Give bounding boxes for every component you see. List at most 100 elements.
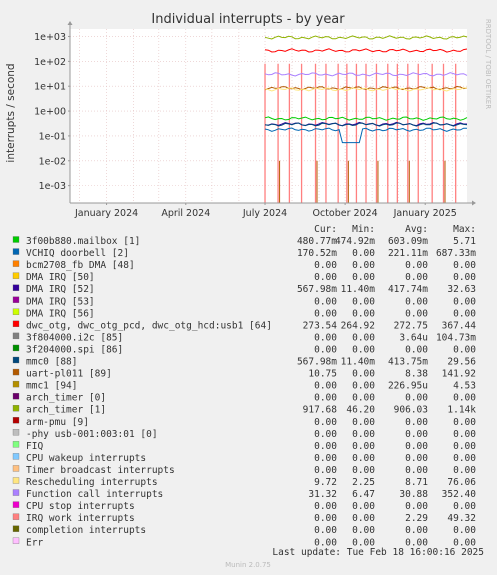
legend-avg-value: 906.03 (394, 405, 428, 416)
legend-row: 3f204000.spi [86] 0.00 0.00 0.00 0.00 (12, 344, 476, 355)
legend-series-name: VCHIQ doorbell [2] (26, 248, 129, 259)
legend-swatch (12, 392, 20, 400)
legend-min-value: 0.00 (352, 429, 375, 440)
legend-series-name: Rescheduling interrupts (26, 477, 158, 488)
y-tick-label: 1e-01 (39, 131, 66, 142)
legend-swatch (12, 477, 20, 484)
legend-row: Rescheduling interrupts 9.72 2.25 8.71 76.06 (12, 477, 476, 488)
x-tick-label: January 2025 (393, 208, 457, 219)
legend-header-avg: Avg: (405, 224, 428, 235)
legend-swatch (12, 405, 20, 412)
legend-avg-value: 3.64u (399, 332, 428, 343)
legend-avg-value: 0.00 (405, 525, 428, 536)
legend-avg-value: 417.74m (388, 284, 428, 295)
legend-series-name: dwc_otg, dwc_otg_pcd, dwc_otg_hcd:usb1 [… (26, 320, 272, 331)
rrdtool-credit: RRDTOOL / TOBI OETIKER (484, 19, 492, 109)
y-tick-label: 1e-03 (39, 181, 66, 192)
legend-min-value: 6.47 (352, 489, 375, 500)
legend-row: Timer broadcast interrupts 0.00 0.00 0.00 0.… (12, 465, 476, 476)
legend-min-value: 0.00 (352, 525, 375, 536)
x-axis-arrow (472, 200, 476, 206)
legend-cur-value: 0.00 (314, 393, 337, 404)
legend-avg-value: 0.00 (405, 417, 428, 428)
legend-cur-value: 567.98m (297, 284, 337, 295)
legend-series-name: CPU stop interrupts (26, 501, 135, 512)
legend-series-name: FIQ (26, 441, 43, 452)
legend-avg-value: 8.71 (405, 477, 428, 488)
legend-swatch (12, 308, 20, 315)
y-tick-label: 1e+00 (34, 107, 66, 118)
legend-swatch (12, 513, 20, 520)
legend-row: arch_timer [1] 917.68 46.20 906.03 1.14k (12, 405, 476, 416)
legend-swatch (12, 272, 20, 279)
x-tick-label: January 2024 (74, 208, 138, 219)
legend-cur-value: 273.54 (303, 320, 338, 331)
legend-avg-value: 0.00 (405, 441, 428, 452)
legend-series-name: arch_timer [1] (26, 405, 106, 416)
legend-min-value: 0.00 (352, 332, 375, 343)
legend-min-value: 0.00 (352, 260, 375, 271)
legend-header-max: Max: (453, 224, 476, 235)
x-tick-label: July 2024 (242, 208, 287, 219)
legend-min-value: 0.00 (352, 344, 375, 355)
legend-row: IRQ work interrupts 0.00 0.00 2.29 49.32 (12, 513, 476, 524)
legend-cur-value: 0.00 (314, 453, 337, 464)
legend-cur-value: 567.98m (297, 357, 337, 368)
legend-max-value: 4.53 (453, 381, 476, 392)
legend-min-value: 0.00 (352, 248, 375, 259)
legend-min-value: 0.00 (352, 465, 375, 476)
legend-min-value: 46.20 (346, 405, 375, 416)
x-tick-label: April 2024 (161, 208, 210, 219)
legend-max-value: 0.00 (453, 417, 476, 428)
legend-min-value: 0.00 (352, 272, 375, 283)
legend-min-value: 0.00 (352, 381, 375, 392)
legend-cur-value: 480.77m (297, 236, 337, 247)
legend-min-value: 11.40m (341, 357, 376, 368)
legend-series-name: Function call interrupts (26, 489, 163, 500)
legend-series-name: DMA IRQ [50] (26, 272, 95, 283)
legend-row: bcm2708_fb DMA [48] 0.00 0.00 0.00 0.00 (12, 260, 476, 271)
legend-cur-value: 0.00 (314, 296, 337, 307)
legend-row: DMA IRQ [52] 567.98m 11.40m 417.74m 32.63 (12, 284, 476, 295)
legend-cur-value: 170.52m (297, 248, 337, 259)
legend-max-value: 1.14k (447, 405, 476, 416)
legend-max-value: 32.63 (447, 284, 476, 295)
legend-series-name: completion interrupts (26, 525, 146, 536)
legend-min-value: 264.92 (341, 320, 375, 331)
legend-header-min: Min: (352, 224, 375, 235)
legend-avg-value: 0.00 (405, 344, 428, 355)
legend-avg-value: 2.29 (405, 513, 428, 524)
munin-footer: Munin 2.0.75 (225, 561, 271, 569)
legend-row: arch_timer [0] 0.00 0.00 0.00 0.00 (12, 392, 476, 404)
interrupts-chart: Individual interrupts - by year interrup… (5, 12, 492, 569)
legend-swatch (12, 296, 20, 303)
legend-swatch (12, 465, 20, 472)
legend-swatch (12, 525, 20, 532)
legend-min-value: 11.40m (341, 284, 376, 295)
legend-swatch (12, 429, 20, 436)
legend-cur-value: 0.00 (314, 272, 337, 283)
legend-cur-value: 0.00 (314, 525, 337, 536)
legend-series-name: DMA IRQ [52] (26, 284, 95, 295)
last-update: Last update: Tue Feb 18 16:00:16 2025 (272, 547, 484, 558)
legend-avg-value: 272.75 (394, 320, 428, 331)
legend-row: DMA IRQ [56] 0.00 0.00 0.00 0.00 (12, 308, 476, 319)
legend-min-value: 0.00 (352, 501, 375, 512)
legend-row: DMA IRQ [50] 0.00 0.00 0.00 0.00 (12, 272, 476, 283)
legend-cur-value: 0.00 (314, 417, 337, 428)
legend-min-value: 0.00 (352, 453, 375, 464)
legend-swatch (12, 368, 20, 376)
legend-row: mmc1 [94] 0.00 0.00 226.95u 4.53 (12, 381, 476, 392)
legend-swatch (12, 501, 20, 508)
legend-row: CPU stop interrupts 0.00 0.00 0.00 0.00 (12, 501, 476, 512)
legend-swatch (12, 537, 20, 544)
legend-swatch (12, 284, 20, 291)
legend-avg-value: 30.88 (399, 489, 428, 500)
legend-max-value: 687.33m (436, 248, 476, 259)
legend-max-value: 0.00 (453, 344, 476, 355)
y-axis-label: interrupts / second (5, 63, 17, 162)
legend-avg-value: 0.00 (405, 260, 428, 271)
legend-min-value: 0.00 (352, 296, 375, 307)
legend-cur-value: 0.00 (314, 308, 337, 319)
legend-min-value: 474.92m (335, 236, 375, 247)
